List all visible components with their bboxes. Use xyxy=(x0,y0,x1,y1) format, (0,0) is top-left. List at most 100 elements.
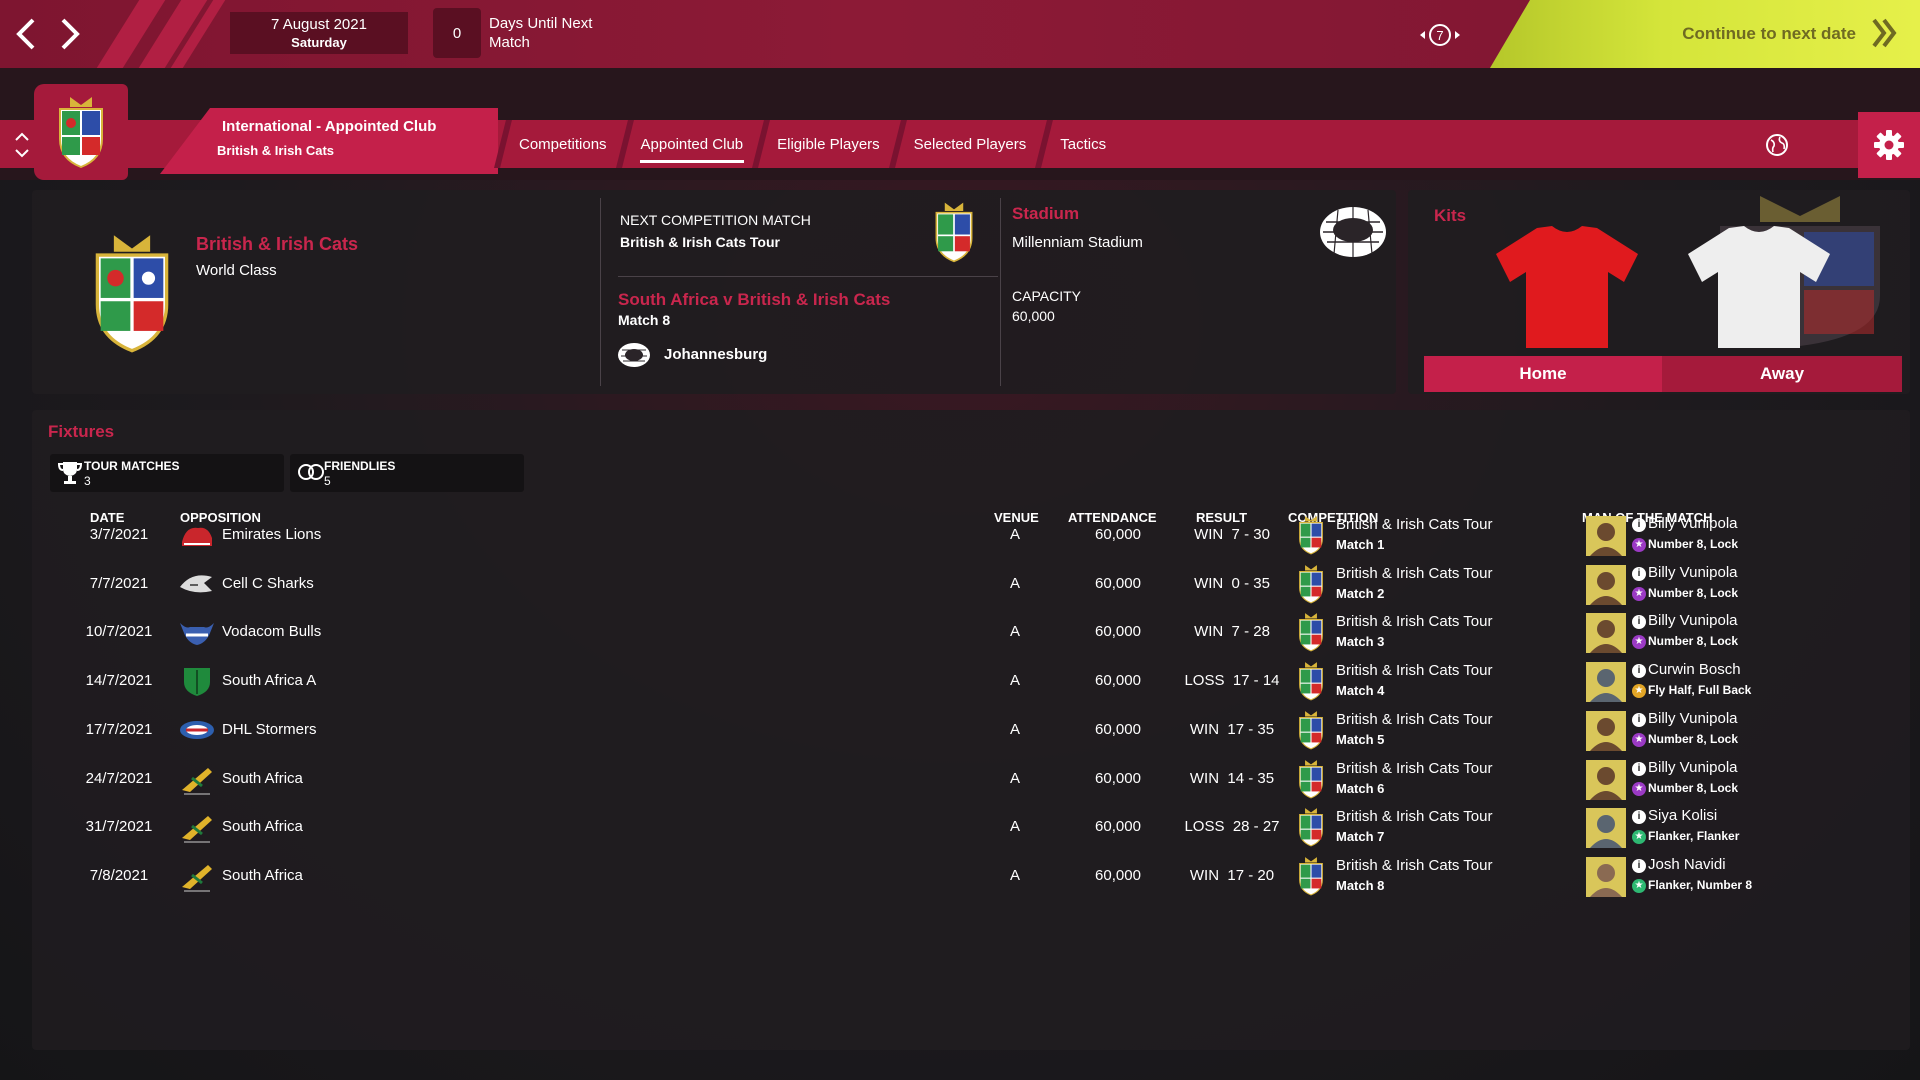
fixture-opposition[interactable]: South Africa xyxy=(222,867,303,884)
fixture-result[interactable]: WIN 0 - 35 xyxy=(1172,575,1292,592)
fixture-match-number: Match 2 xyxy=(1336,585,1385,601)
club-switcher[interactable] xyxy=(10,128,34,162)
forward-button[interactable] xyxy=(52,12,88,56)
back-button[interactable] xyxy=(8,12,44,56)
capacity-value: 60,000 xyxy=(1012,308,1055,324)
fixture-opposition[interactable]: DHL Stormers xyxy=(222,721,316,738)
table-row[interactable]: 7/8/2021 South Africa A 60,000 WIN 17 - 20 Br… xyxy=(32,853,1910,901)
fixture-competition[interactable]: British & Irish Cats Tour xyxy=(1336,662,1492,679)
fixture-opposition[interactable]: Cell C Sharks xyxy=(222,575,314,592)
tab-selected-players[interactable]: Selected Players xyxy=(901,120,1040,168)
next-match-title[interactable]: South Africa v British & Irish Cats xyxy=(618,290,890,310)
fixture-competition[interactable]: British & Irish Cats Tour xyxy=(1336,760,1492,777)
friendlies-tab[interactable]: FRIENDLIES 5 xyxy=(290,454,524,492)
competition-crest-icon xyxy=(935,202,973,263)
info-icon[interactable]: i xyxy=(1632,761,1646,776)
club-name[interactable]: British & Irish Cats xyxy=(196,234,358,255)
fixture-date: 24/7/2021 xyxy=(85,769,153,787)
tab-tactics[interactable]: Tactics xyxy=(1047,120,1119,168)
fixture-venue: A xyxy=(1009,623,1020,641)
fixture-result[interactable]: WIN 17 - 20 xyxy=(1172,867,1292,884)
fixture-competition[interactable]: British & Irish Cats Tour xyxy=(1336,857,1492,874)
fixture-opposition[interactable]: South Africa A xyxy=(222,672,316,689)
fixture-competition[interactable]: British & Irish Cats Tour xyxy=(1336,711,1492,728)
fixture-competition[interactable]: British & Irish Cats Tour xyxy=(1336,613,1492,630)
fixture-date: 7/8/2021 xyxy=(89,866,149,884)
info-icon[interactable]: i xyxy=(1632,615,1646,630)
fixture-result[interactable]: WIN 17 - 35 xyxy=(1172,721,1292,738)
handshake-icon xyxy=(298,464,324,480)
fixture-result[interactable]: WIN 7 - 28 xyxy=(1172,623,1292,640)
motm-name[interactable]: Billy Vunipola xyxy=(1648,515,1738,532)
fixture-competition[interactable]: British & Irish Cats Tour xyxy=(1336,516,1492,533)
info-icon[interactable]: i xyxy=(1632,664,1646,679)
motm-name[interactable]: Josh Navidi xyxy=(1648,856,1726,873)
fixture-competition[interactable]: British & Irish Cats Tour xyxy=(1336,808,1492,825)
info-icon[interactable]: i xyxy=(1632,712,1646,727)
fixture-competition[interactable]: British & Irish Cats Tour xyxy=(1336,565,1492,582)
fixture-result[interactable]: LOSS 17 - 14 xyxy=(1172,672,1292,689)
fixture-opposition[interactable]: South Africa xyxy=(222,818,303,835)
motm-name[interactable]: Siya Kolisi xyxy=(1648,807,1717,824)
page-subtitle: British & Irish Cats xyxy=(217,143,335,158)
motm-name[interactable]: Billy Vunipola xyxy=(1648,710,1738,727)
table-row[interactable]: 7/7/2021 Cell C Sharks A 60,000 WIN 0 - 35 Br… xyxy=(32,561,1910,609)
competition-crest xyxy=(1294,515,1328,560)
fixture-opposition[interactable]: Emirates Lions xyxy=(222,526,321,543)
table-row[interactable]: 31/7/2021 South Africa A 60,000 LOSS 28 - 27… xyxy=(32,804,1910,852)
player-photo-icon xyxy=(1586,808,1626,849)
fixture-result[interactable]: LOSS 28 - 27 xyxy=(1172,818,1292,835)
settings-button[interactable] xyxy=(1858,112,1920,178)
fixture-date: 17/7/2021 xyxy=(85,720,153,738)
competition-crest-icon xyxy=(1299,759,1323,798)
friendlies-count: 5 xyxy=(324,474,331,488)
star-icon: ★ xyxy=(1632,830,1646,845)
motm-name[interactable]: Billy Vunipola xyxy=(1648,564,1738,581)
competition-crest xyxy=(1294,564,1328,609)
fixture-result[interactable]: WIN 14 - 35 xyxy=(1172,770,1292,787)
fixture-attendance: 60,000 xyxy=(1095,526,1141,543)
table-row[interactable]: 14/7/2021 South Africa A A 60,000 LOSS 17 - … xyxy=(32,658,1910,706)
friendlies-label: FRIENDLIES xyxy=(324,459,396,473)
info-icon[interactable]: i xyxy=(1632,858,1646,873)
svg-text:7: 7 xyxy=(1436,28,1443,43)
fixture-attendance: 60,000 xyxy=(1095,623,1141,641)
main-tabs: Competitions Appointed Club Eligible Pla… xyxy=(494,120,1121,168)
fixture-venue: A xyxy=(1009,672,1020,690)
motm-position: Number 8, Lock xyxy=(1648,780,1739,795)
info-icon[interactable]: i xyxy=(1632,810,1646,825)
table-row[interactable]: 3/7/2021 Emirates Lions A 60,000 WIN 7 - 30 B… xyxy=(32,512,1910,560)
current-date: 7 August 2021 Saturday xyxy=(230,12,408,54)
bull-icon xyxy=(180,623,214,646)
fixture-match-number: Match 6 xyxy=(1336,780,1385,796)
table-row[interactable]: 24/7/2021 South Africa A 60,000 WIN 14 - 35 B… xyxy=(32,756,1910,804)
table-row[interactable]: 10/7/2021 Vodacom Bulls A 60,000 WIN 7 - 28 B… xyxy=(32,609,1910,657)
tour-matches-tab[interactable]: TOUR MATCHES 3 xyxy=(50,454,284,492)
info-icon[interactable]: i xyxy=(1632,518,1646,532)
motm-name[interactable]: Curwin Bosch xyxy=(1648,661,1741,678)
globe-icon[interactable] xyxy=(1762,130,1792,160)
star-icon: ★ xyxy=(1632,586,1646,601)
fixture-result[interactable]: WIN 7 - 30 xyxy=(1172,526,1292,543)
next-match-competition[interactable]: British & Irish Cats Tour xyxy=(620,234,780,250)
home-kit-tab[interactable]: Home xyxy=(1424,356,1662,392)
motm-name[interactable]: Billy Vunipola xyxy=(1648,612,1738,629)
fixture-attendance: 60,000 xyxy=(1095,720,1141,738)
chevron-right-icon xyxy=(61,18,80,50)
table-row[interactable]: 17/7/2021 DHL Stormers A 60,000 WIN 17 - 35 B… xyxy=(32,707,1910,755)
fixture-opposition[interactable]: Vodacom Bulls xyxy=(222,623,321,640)
fixture-opposition[interactable]: South Africa xyxy=(222,770,303,787)
fixture-venue: A xyxy=(1009,818,1020,836)
tab-competitions[interactable]: Competitions xyxy=(506,120,620,168)
fixture-date: 7/7/2021 xyxy=(89,574,149,592)
continue-button[interactable]: Continue to next date xyxy=(1490,0,1920,68)
competition-crest xyxy=(1294,612,1328,657)
info-icon[interactable]: i xyxy=(1632,566,1646,581)
tab-appointed-club[interactable]: Appointed Club xyxy=(628,120,757,168)
motm-name[interactable]: Billy Vunipola xyxy=(1648,759,1738,776)
help-button[interactable]: 7 xyxy=(1418,20,1462,50)
tab-eligible-players[interactable]: Eligible Players xyxy=(764,120,893,168)
fixture-match-number: Match 8 xyxy=(1336,877,1385,893)
competition-crest xyxy=(1294,710,1328,755)
away-kit-tab[interactable]: Away xyxy=(1662,356,1902,392)
